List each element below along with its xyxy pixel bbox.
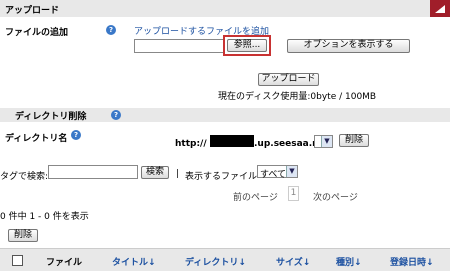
dir-name-label: ディレクトリ名 xyxy=(5,134,68,144)
help-icon[interactable]: ? xyxy=(71,130,81,140)
help-icon[interactable]: ? xyxy=(106,25,116,35)
prev-page-text: 前のページ xyxy=(233,193,278,203)
separator: | xyxy=(176,169,180,179)
delete-directory-button[interactable]: 削除 xyxy=(339,134,369,147)
next-page-text: 次のページ xyxy=(313,193,358,203)
collapse-icon xyxy=(435,5,445,13)
header-title[interactable]: タイトル↓ xyxy=(112,255,156,268)
file-filter-value: すべて xyxy=(260,170,287,180)
header-type[interactable]: 種別↓ xyxy=(336,255,362,268)
file-path-input[interactable] xyxy=(134,39,224,53)
select-all-checkbox[interactable] xyxy=(12,255,23,266)
tag-search-input[interactable] xyxy=(48,165,138,179)
corner-icon[interactable] xyxy=(430,0,450,17)
upload-button[interactable]: アップロード xyxy=(258,73,319,86)
tag-search-label: タグで検索: xyxy=(0,172,49,182)
upload-section-title: アップロード xyxy=(5,6,60,16)
help-icon[interactable]: ? xyxy=(111,110,121,120)
delete-selected-button[interactable]: 削除 xyxy=(8,229,38,242)
page-number-box: 1 xyxy=(288,186,299,201)
header-registered[interactable]: 登録日時↓ xyxy=(390,255,434,268)
dir-section-header: ディレクトリ削除 xyxy=(0,108,450,122)
directory-select[interactable]: ▼ xyxy=(314,135,333,148)
show-options-button[interactable]: オプションを表示する xyxy=(287,39,410,53)
header-size[interactable]: サイズ↓ xyxy=(276,255,310,268)
file-filter-select[interactable]: すべて ▼ xyxy=(257,165,298,180)
browse-button[interactable]: 参照... xyxy=(227,39,267,52)
chevron-down-icon: ▼ xyxy=(286,166,297,177)
disk-usage-text: 現在のディスク使用量:0byte / 100MB xyxy=(218,92,377,102)
dir-section-title: ディレクトリ削除 xyxy=(15,112,87,122)
url-prefix: http:// xyxy=(175,139,207,149)
add-file-label: ファイルの追加 xyxy=(5,28,69,38)
search-button[interactable]: 検索 xyxy=(141,166,169,179)
header-directory[interactable]: ディレクトリ↓ xyxy=(185,255,246,268)
file-table-header: ファイル タイトル↓ ディレクトリ↓ サイズ↓ 種別↓ 登録日時↓ xyxy=(0,248,450,271)
filter-label: 表示するファイル xyxy=(185,172,258,182)
upload-section-header: アップロード xyxy=(0,0,450,17)
redacted-username xyxy=(210,135,254,147)
result-count-text: 0 件中 1 - 0 件を表示 xyxy=(0,212,89,222)
chevron-down-icon: ▼ xyxy=(321,136,332,147)
header-file: ファイル xyxy=(46,258,83,268)
